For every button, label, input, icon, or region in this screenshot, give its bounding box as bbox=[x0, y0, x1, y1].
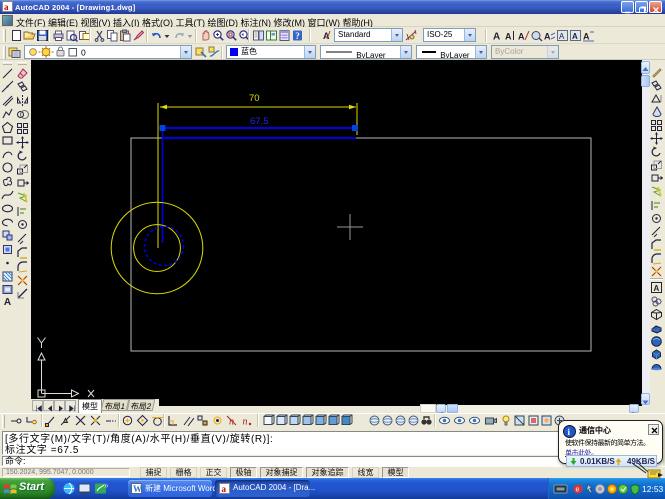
svg-text:n: n bbox=[243, 417, 248, 428]
svg-text:67.5: 67.5 bbox=[250, 116, 269, 127]
svg-text:A: A bbox=[572, 32, 578, 41]
svg-text:A: A bbox=[583, 32, 590, 42]
svg-text:A: A bbox=[518, 32, 525, 42]
svg-text:?: ? bbox=[295, 31, 300, 41]
svg-text:A: A bbox=[654, 284, 660, 293]
svg-text:70: 70 bbox=[249, 93, 260, 104]
svg-text:a: a bbox=[222, 484, 227, 494]
svg-text:A: A bbox=[505, 32, 512, 42]
svg-text:A: A bbox=[559, 32, 565, 41]
svg-text:0: 0 bbox=[81, 48, 86, 58]
svg-text:A: A bbox=[544, 32, 551, 42]
svg-text:W: W bbox=[133, 484, 142, 494]
svg-text:e: e bbox=[576, 487, 580, 494]
svg-text:A: A bbox=[493, 32, 500, 43]
